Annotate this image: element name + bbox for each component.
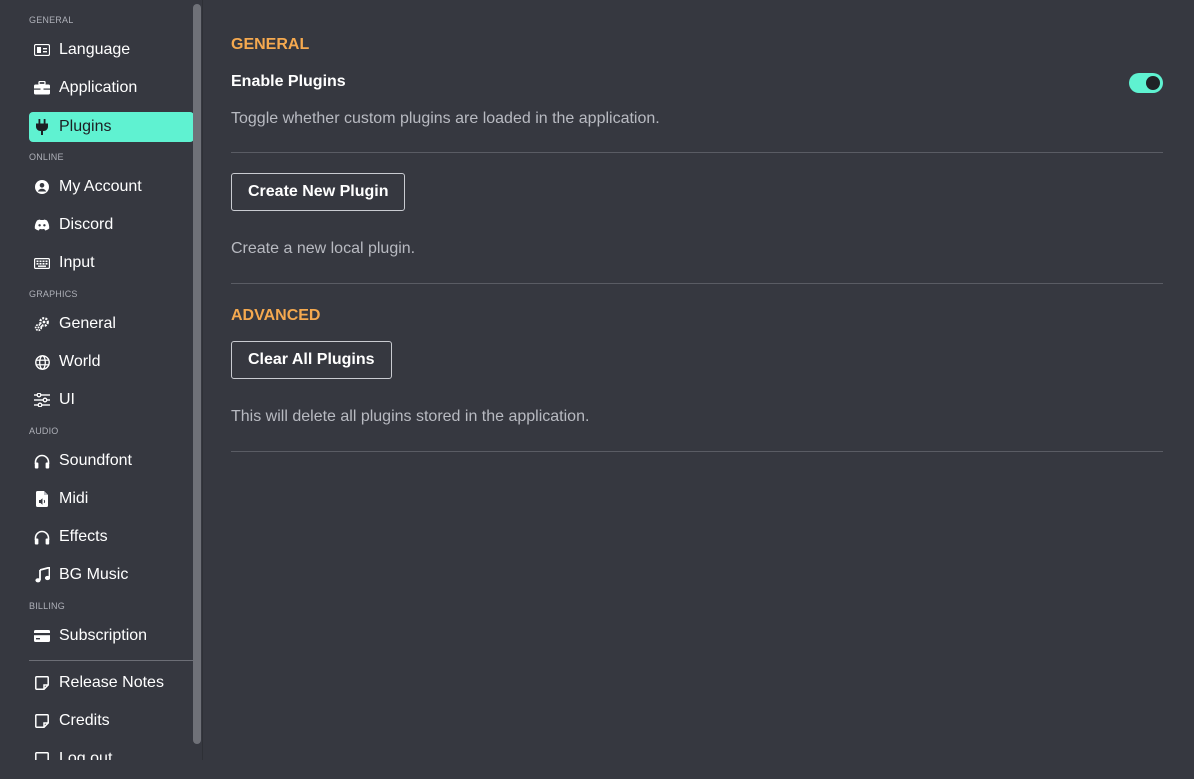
sidebar-divider bbox=[29, 660, 194, 661]
sidebar-item-soundfont[interactable]: Soundfont bbox=[29, 446, 194, 476]
sidebar-item-bg-music[interactable]: BG Music bbox=[29, 560, 194, 590]
create-plugin-description: Create a new local plugin. bbox=[231, 240, 416, 257]
sidebar-scrollbar-thumb[interactable] bbox=[193, 4, 201, 744]
toggle-knob bbox=[1146, 76, 1160, 90]
sidebar-item-label: UI bbox=[59, 391, 75, 408]
note-icon bbox=[34, 713, 50, 729]
divider bbox=[231, 152, 1163, 153]
section-heading-billing: BILLING bbox=[29, 601, 65, 611]
gears-icon bbox=[34, 316, 50, 332]
log-out-icon bbox=[34, 751, 50, 760]
sidebar-item-label: Application bbox=[59, 79, 138, 96]
sidebar-item-label: Language bbox=[59, 41, 131, 58]
section-title-general: GENERAL bbox=[231, 36, 310, 53]
sidebar-item-release-notes[interactable]: Release Notes bbox=[29, 668, 194, 698]
globe-icon bbox=[34, 354, 50, 370]
sidebar-scrollbar[interactable] bbox=[193, 4, 202, 760]
enable-plugins-label: Enable Plugins bbox=[231, 73, 346, 90]
plugins-settings-panel: GENERAL Enable Plugins Toggle whether cu… bbox=[231, 0, 1163, 779]
sidebar-item-plugins[interactable]: Plugins bbox=[29, 112, 194, 142]
keyboard-icon bbox=[34, 255, 50, 271]
sidebar-item-label: General bbox=[59, 315, 116, 332]
credit-card-icon bbox=[34, 628, 50, 644]
sidebar-item-application[interactable]: Application bbox=[29, 73, 194, 103]
toolbox-icon bbox=[34, 80, 50, 96]
sidebar-item-subscription[interactable]: Subscription bbox=[29, 621, 194, 651]
sidebar-item-graphics-general[interactable]: General bbox=[29, 309, 194, 339]
clear-all-plugins-button[interactable]: Clear All Plugins bbox=[231, 341, 392, 379]
sidebar-item-label: BG Music bbox=[59, 566, 129, 583]
music-note-icon bbox=[34, 567, 50, 583]
sidebar-item-discord[interactable]: Discord bbox=[29, 210, 194, 240]
section-heading-general: GENERAL bbox=[29, 15, 74, 25]
sidebar-item-world[interactable]: World bbox=[29, 347, 194, 377]
plug-icon bbox=[34, 119, 50, 135]
sidebar-item-label: Release Notes bbox=[59, 674, 164, 691]
headphones-icon bbox=[34, 529, 50, 545]
sidebar-item-language[interactable]: Language bbox=[29, 35, 194, 65]
section-heading-audio: AUDIO bbox=[29, 426, 59, 436]
sidebar-item-ui[interactable]: UI bbox=[29, 385, 194, 415]
settings-sidebar: GENERAL Language Application Plugins ONL… bbox=[0, 0, 203, 760]
sliders-icon bbox=[34, 392, 50, 408]
sidebar-item-label: Input bbox=[59, 254, 95, 271]
sidebar-item-label: Midi bbox=[59, 490, 89, 507]
sidebar-item-label: Log out bbox=[59, 750, 113, 760]
divider bbox=[231, 283, 1163, 284]
discord-icon bbox=[34, 217, 50, 233]
sidebar-item-effects[interactable]: Effects bbox=[29, 522, 194, 552]
sidebar-item-label: Subscription bbox=[59, 627, 148, 644]
audio-file-icon bbox=[34, 491, 50, 507]
create-new-plugin-button[interactable]: Create New Plugin bbox=[231, 173, 406, 211]
sidebar-item-label: Credits bbox=[59, 712, 110, 729]
note-icon bbox=[34, 675, 50, 691]
sidebar-border bbox=[202, 0, 203, 760]
sidebar-item-midi[interactable]: Midi bbox=[29, 484, 194, 514]
section-heading-online: ONLINE bbox=[29, 152, 64, 162]
sidebar-item-label: Soundfont bbox=[59, 452, 132, 469]
sidebar-item-credits[interactable]: Credits bbox=[29, 706, 194, 736]
sidebar-item-log-out[interactable]: Log out bbox=[29, 744, 194, 760]
user-circle-icon bbox=[34, 179, 50, 195]
sidebar-item-label: Effects bbox=[59, 528, 108, 545]
sidebar-item-label: Plugins bbox=[59, 118, 112, 135]
section-heading-graphics: GRAPHICS bbox=[29, 289, 78, 299]
headphones-icon bbox=[34, 453, 50, 469]
sidebar-item-my-account[interactable]: My Account bbox=[29, 172, 194, 202]
sidebar-item-label: World bbox=[59, 353, 101, 370]
section-title-advanced: ADVANCED bbox=[231, 307, 321, 324]
enable-plugins-description: Toggle whether custom plugins are loaded… bbox=[231, 110, 660, 127]
sidebar-item-label: My Account bbox=[59, 178, 142, 195]
language-card-icon bbox=[34, 42, 50, 58]
sidebar-item-label: Discord bbox=[59, 216, 114, 233]
enable-plugins-toggle[interactable] bbox=[1129, 73, 1163, 93]
clear-plugins-description: This will delete all plugins stored in t… bbox=[231, 408, 590, 425]
divider bbox=[231, 451, 1163, 452]
sidebar-item-input[interactable]: Input bbox=[29, 248, 194, 278]
